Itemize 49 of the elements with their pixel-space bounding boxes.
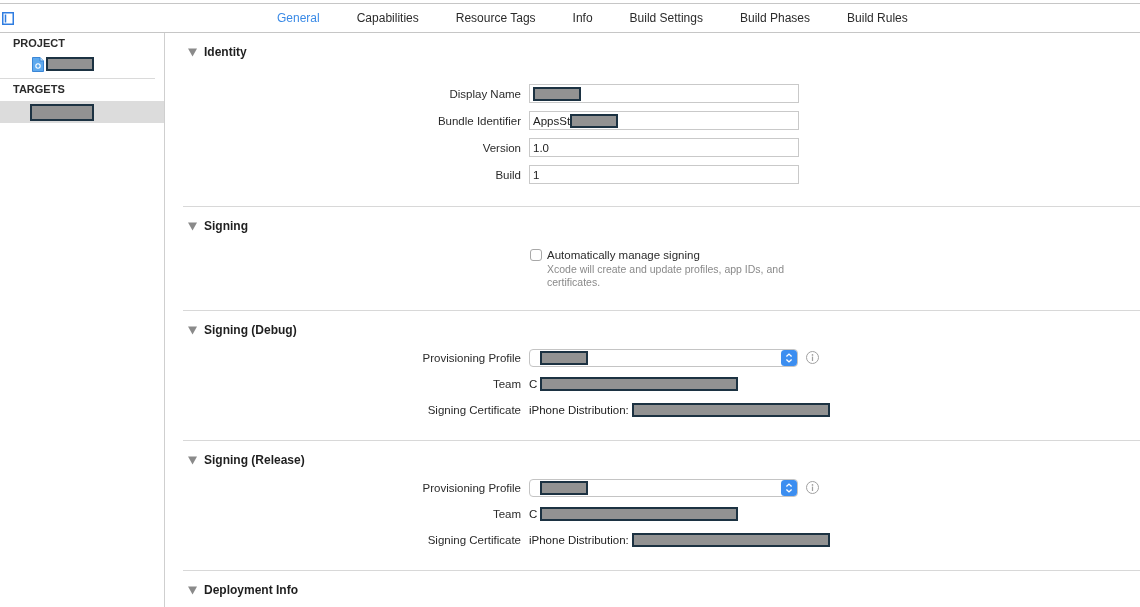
checkbox-label[interactable]: Automatically manage signing [547, 247, 700, 263]
disclosure-triangle-icon[interactable] [188, 455, 197, 465]
text-field[interactable]: 1 [529, 165, 799, 184]
file-icon [32, 56, 44, 72]
value-text: iPhone Distribution: [529, 533, 629, 546]
text-field[interactable]: 1.0 [529, 138, 799, 157]
disclosure-triangle-icon[interactable] [188, 585, 197, 595]
help-text: Xcode will create and update profiles, app IDs, and certificates. [547, 263, 785, 289]
section-title: Signing (Release) [204, 453, 305, 467]
checkbox[interactable] [530, 249, 542, 261]
sidebar-heading: TARGETS [12, 82, 66, 97]
value-text: C [529, 507, 538, 520]
section-title: Signing (Debug) [204, 323, 297, 337]
field-label: Display Name [448, 87, 521, 100]
info-icon[interactable] [806, 351, 819, 364]
sidebar-item[interactable] [0, 101, 164, 123]
section-title: Signing [204, 219, 248, 233]
value-text: C [529, 377, 538, 390]
field-label: Bundle Identifier [436, 114, 521, 127]
text-field[interactable]: AppsSt [529, 111, 799, 130]
tab[interactable]: Capabilities [356, 11, 419, 25]
popup-button[interactable] [529, 478, 798, 497]
field-label: Provisioning Profile [421, 481, 521, 494]
section-title: Identity [204, 45, 247, 59]
up-down-chevron-icon [781, 349, 797, 366]
field-label: Signing Certificate [426, 533, 521, 546]
tab[interactable]: Resource Tags [455, 11, 536, 25]
field-label: Team [491, 377, 521, 390]
tab[interactable]: Build Settings [629, 11, 703, 25]
tab[interactable]: Build Phases [740, 11, 811, 25]
sidebar-toggle-icon[interactable] [2, 11, 14, 25]
sidebar-heading: PROJECT [12, 36, 66, 51]
popup-button[interactable] [529, 348, 798, 367]
section-title: Deployment Info [204, 583, 298, 597]
field-label: Signing Certificate [426, 403, 521, 416]
tab[interactable]: General [277, 11, 320, 25]
tab[interactable]: Info [572, 11, 593, 25]
text-field[interactable] [529, 84, 799, 103]
tab[interactable]: Build Rules [847, 11, 908, 25]
up-down-chevron-icon [781, 479, 797, 496]
disclosure-triangle-icon[interactable] [188, 221, 197, 231]
info-icon[interactable] [806, 481, 819, 494]
disclosure-triangle-icon[interactable] [188, 325, 197, 335]
field-label: Build [494, 168, 521, 181]
field-label: Team [491, 507, 521, 520]
disclosure-triangle-icon[interactable] [188, 47, 197, 57]
field-label: Provisioning Profile [421, 351, 521, 364]
value-text: iPhone Distribution: [529, 403, 629, 416]
field-label: Version [481, 141, 521, 154]
